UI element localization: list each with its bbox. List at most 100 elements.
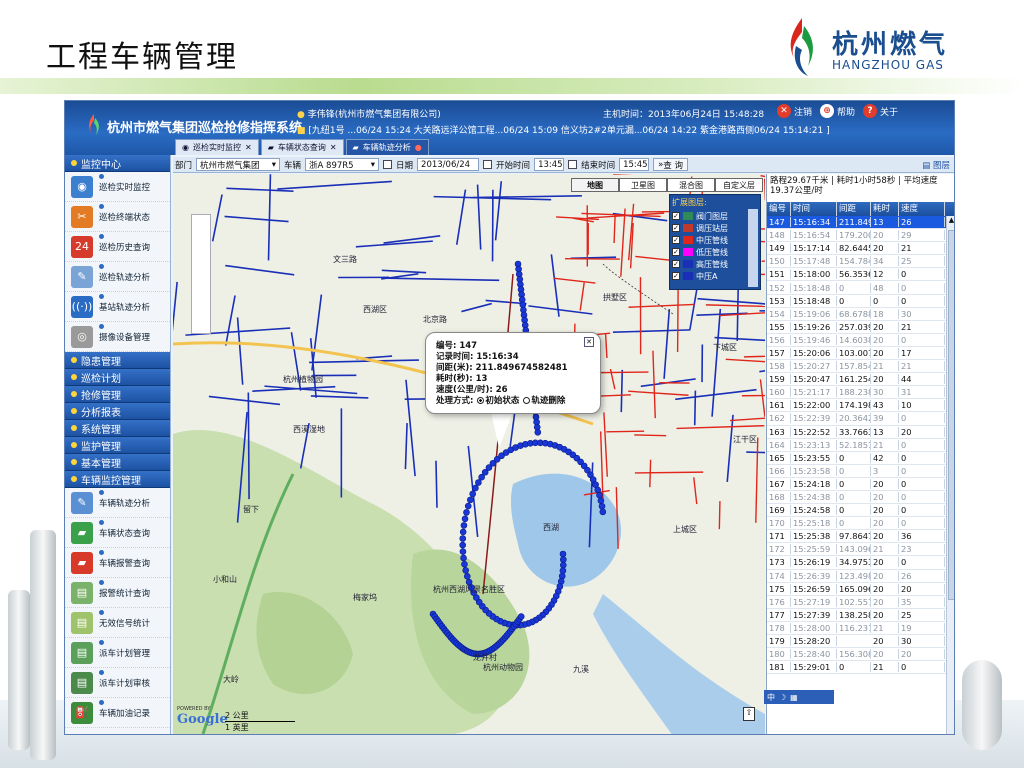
table-row[interactable]: 16015:21:17188.238(3031 — [767, 386, 954, 400]
table-row[interactable]: 17115:25:3897.8647(2036 — [767, 530, 954, 544]
layer-checkbox[interactable]: ✓ — [672, 248, 680, 256]
table-row[interactable]: 15015:17:48154.784(3425 — [767, 255, 954, 269]
table-row[interactable]: 18015:28:40156.308(2020 — [767, 648, 954, 662]
table-row[interactable]: 165 15:23:55 0 42 0 — [767, 452, 954, 465]
radio-delete-track[interactable] — [523, 397, 531, 404]
about-button[interactable]: ? 关于 — [863, 104, 898, 118]
table-row[interactable]: 15915:20:47161.254(2044 — [767, 373, 954, 387]
date-input[interactable]: 2013/06/24 — [417, 158, 480, 171]
table-row[interactable]: 15415:19:0668.6788(1830 — [767, 308, 954, 321]
layers-button[interactable]: ▤ 图层 — [922, 159, 950, 171]
start-time-input[interactable]: 13:45 — [534, 158, 565, 171]
table-row[interactable]: 17215:25:59143.096(2123 — [767, 543, 954, 557]
sidebar-section-0[interactable]: 隐患管理 — [65, 352, 170, 369]
radio-initial-state[interactable] — [477, 397, 485, 404]
sidebar-section-6[interactable]: 基本管理 — [65, 454, 170, 471]
table-row[interactable]: 15115:18:0056.3536(120 — [767, 268, 954, 282]
table-row[interactable]: 16215:22:3920.3642(390 — [767, 412, 954, 426]
dept-select[interactable]: 杭州市燃气集团 ▾ — [196, 158, 281, 171]
sidebar-item-vehicle-1[interactable]: ▰ 车辆状态查询 — [65, 518, 170, 548]
table-row[interactable]: 17815:28:00116.231(2119 — [767, 622, 954, 635]
layer-toggle-1[interactable]: ✓ 调压站层 — [672, 222, 758, 234]
sidebar-item-vehicle-2[interactable]: ▰ 车辆报警查询 — [65, 548, 170, 578]
sidebar-section-monitor-center[interactable]: 监控中心 — [65, 155, 170, 172]
tab-patrol-realtime[interactable]: ◉ 巡检实时监控 ✕ — [175, 139, 259, 155]
tab-vehicle-track[interactable]: ▰ 车辆轨迹分析 ● — [345, 139, 429, 155]
close-icon[interactable]: ✕ — [245, 143, 252, 152]
layer-toggle-5[interactable]: ✓ 中压A — [672, 270, 758, 282]
logout-button[interactable]: ✕ 注销 — [777, 104, 812, 118]
table-row[interactable]: 15715:20:06103.007(2017 — [767, 347, 954, 361]
table-row[interactable]: 169 15:24:58 0 20 0 — [767, 504, 954, 518]
layer-checkbox[interactable]: ✓ — [672, 224, 680, 232]
table-row[interactable]: 14815:16:54179.200(2029 — [767, 229, 954, 243]
sidebar-item-vehicle-0[interactable]: ✎ 车辆轨迹分析 — [65, 488, 170, 518]
table-row[interactable]: 170 15:25:18 0 20 0 — [767, 517, 954, 531]
layer-toggle-3[interactable]: ✓ 低压管线 — [672, 246, 758, 258]
layer-toggle-0[interactable]: ✓ 阀门图层 — [672, 210, 758, 222]
ime-toolbar[interactable]: 中 ☽ ▦ — [764, 690, 834, 704]
sidebar-item-monitor-3[interactable]: ✎ 巡检轨迹分析 — [65, 262, 170, 292]
scrollbar-thumb[interactable] — [948, 230, 954, 600]
table-row[interactable]: 15615:19:4614.6038(200 — [767, 334, 954, 347]
map-type-satellite[interactable]: 卫星图 — [619, 178, 667, 192]
table-row[interactable]: 15515:19:26257.039(2021 — [767, 321, 954, 334]
layer-checkbox[interactable]: ✓ — [672, 272, 680, 280]
sidebar-item-vehicle-7[interactable]: ⛽ 车辆加油记录 — [65, 698, 170, 728]
sidebar-section-3[interactable]: 分析报表 — [65, 403, 170, 420]
sidebar-section-7[interactable]: 车辆监控管理 — [65, 471, 170, 488]
zoom-slider[interactable] — [191, 214, 211, 334]
close-icon[interactable]: ● — [415, 143, 422, 152]
table-row[interactable]: 15815:20:27157.854(2121 — [767, 360, 954, 374]
table-row[interactable]: 153 15:18:48 0 0 0 — [767, 295, 954, 308]
map-type-custom[interactable]: 自定义层 — [715, 178, 763, 192]
layer-toggle-2[interactable]: ✓ 中压管线 — [672, 234, 758, 246]
table-row[interactable]: 16415:23:1352.1851(210 — [767, 439, 954, 452]
end-time-input[interactable]: 15:45 — [619, 158, 650, 171]
sidebar-item-monitor-0[interactable]: ◉ 巡检实时监控 — [65, 172, 170, 202]
table-row[interactable]: 166 15:23:58 0 3 0 — [767, 465, 954, 478]
sidebar-item-monitor-4[interactable]: ((·)) 基站轨迹分析 — [65, 292, 170, 322]
sidebar-item-vehicle-6[interactable]: ▤ 派车计划审核 — [65, 668, 170, 698]
sidebar-section-5[interactable]: 监护管理 — [65, 437, 170, 454]
table-row[interactable]: 17515:26:59165.096(2020 — [767, 583, 954, 596]
layer-checkbox[interactable]: ✓ — [672, 260, 680, 268]
close-icon[interactable]: ✕ — [330, 143, 337, 152]
table-row[interactable]: 17715:27:39138.258(2025 — [767, 609, 954, 622]
table-row[interactable]: 17415:26:39123.498(2026 — [767, 570, 954, 583]
map-type-hybrid[interactable]: 混合图 — [667, 178, 715, 192]
sidebar-item-monitor-1[interactable]: ✂ 巡检终端状态 — [65, 202, 170, 232]
layer-checkbox[interactable]: ✓ — [672, 212, 680, 220]
sidebar-item-vehicle-5[interactable]: ▤ 派车计划管理 — [65, 638, 170, 668]
map-type-map[interactable]: 地图 — [571, 178, 619, 192]
close-icon[interactable]: ✕ — [584, 337, 594, 347]
table-row[interactable]: 16315:22:5233.7663(1320 — [767, 426, 954, 439]
table-row[interactable]: 152 15:18:48 0 48 0 — [767, 281, 954, 295]
table-row[interactable]: 179 15:28:20 20 30 — [767, 635, 954, 649]
sidebar-item-monitor-5[interactable]: ◎ 摄像设备管理 — [65, 322, 170, 352]
query-button[interactable]: » 查 询 — [653, 158, 688, 171]
sidebar-section-2[interactable]: 抢修管理 — [65, 386, 170, 403]
map-view[interactable]: 下城区 拱墅区 西湖区 上城区 江干区 杭州植物园 西湖 杭州西湖风景名胜区 龙井村 梅家坞 九溪西… — [173, 174, 765, 734]
start-time-checkbox[interactable] — [483, 160, 493, 169]
table-row[interactable]: 17315:26:1934.9753(200 — [767, 556, 954, 570]
chevron-up-icon[interactable]: ▲ — [947, 216, 954, 226]
sidebar-item-vehicle-3[interactable]: ▤ 报警统计查询 — [65, 578, 170, 608]
alert-marquee[interactable]: ■ [九纽1号 ...06/24 15:24 大关路远洋公馆工程...06/24… — [297, 123, 857, 136]
table-row[interactable]: 168 15:24:38 0 20 0 — [767, 491, 954, 505]
table-row[interactable]: 16115:22:00174.198(4310 — [767, 399, 954, 413]
date-checkbox[interactable] — [383, 160, 393, 169]
layer-checkbox[interactable]: ✓ — [672, 236, 680, 244]
sidebar-section-1[interactable]: 巡检计划 — [65, 369, 170, 386]
vehicle-select[interactable]: 浙A 897R5 ▾ — [305, 158, 380, 171]
sidebar-item-vehicle-4[interactable]: ▤ 无效信号统计 — [65, 608, 170, 638]
layer-panel-scrollbar[interactable] — [748, 209, 758, 287]
layer-toggle-4[interactable]: ✓ 高压管线 — [672, 258, 758, 270]
table-row[interactable]: 14915:17:1482.6445(2021 — [767, 242, 954, 256]
help-button[interactable]: ⊕ 帮助 — [820, 104, 855, 118]
table-row[interactable]: 17615:27:19102.557(2035 — [767, 596, 954, 609]
table-row[interactable]: 14715:16:34211.849(1326 — [767, 216, 954, 230]
tab-vehicle-status[interactable]: ▰ 车辆状态查询 ✕ — [260, 139, 344, 155]
sidebar-item-monitor-2[interactable]: 24 巡检历史查询 — [65, 232, 170, 262]
end-time-checkbox[interactable] — [568, 160, 578, 169]
